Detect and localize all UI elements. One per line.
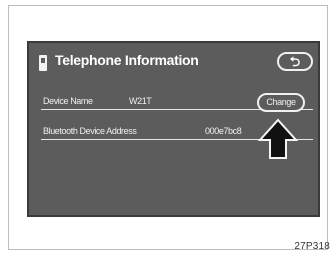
device-name-label: Device Name: [43, 96, 93, 106]
screen-title: Telephone Information: [55, 52, 199, 68]
device-name-value: W21T: [129, 96, 152, 106]
back-button[interactable]: ⮌: [277, 52, 313, 71]
change-button[interactable]: Change: [257, 93, 305, 112]
pointer-arrow-icon: [258, 118, 298, 159]
bt-address-label: Bluetooth Device Address: [43, 126, 137, 136]
bt-address-value: 000e7bc8: [205, 126, 242, 136]
telephone-info-screen: Telephone Information ⮌ Device Name W21T…: [27, 41, 320, 217]
figure-code: 27P318: [294, 241, 330, 252]
phone-icon: [39, 55, 47, 71]
